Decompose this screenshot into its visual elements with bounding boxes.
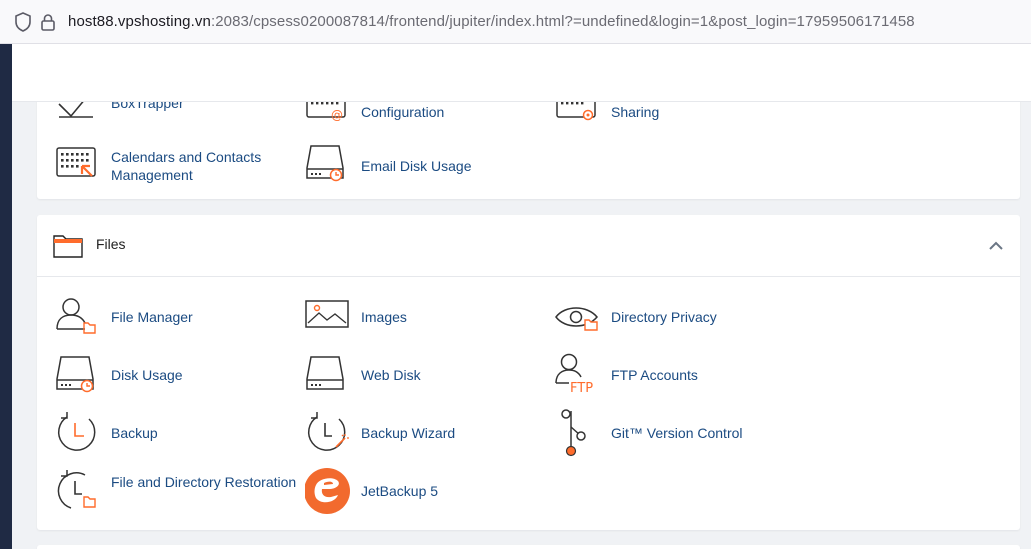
file-manager-item[interactable]: File Manager bbox=[55, 293, 285, 341]
git-icon bbox=[561, 409, 586, 457]
git-version-control-label: Git™ Version Control bbox=[611, 425, 743, 441]
file-restoration-item[interactable]: File and Directory Restoration bbox=[55, 467, 296, 515]
images-label: Images bbox=[361, 309, 407, 325]
calendars-contacts-item[interactable]: Calendars and Contacts Management bbox=[55, 142, 295, 190]
url-text[interactable]: host88.vpshosting.vn:2083/cpsess02000878… bbox=[68, 13, 915, 30]
shield-icon[interactable] bbox=[14, 12, 32, 32]
disk-usage-item[interactable]: Disk Usage bbox=[55, 351, 285, 399]
chevron-up-icon[interactable] bbox=[988, 239, 1004, 251]
email-disk-usage-label: Email Disk Usage bbox=[361, 158, 472, 174]
calendar-sharing-label: Sharing bbox=[611, 104, 660, 120]
jetbackup-label: JetBackup 5 bbox=[361, 483, 439, 499]
backup-icon bbox=[57, 412, 96, 451]
url-path: :2083/cpsess0200087814/frontend/jupiter/… bbox=[210, 13, 915, 30]
file-restoration-icon bbox=[57, 470, 96, 509]
files-section-title: Files bbox=[96, 236, 126, 252]
email-disk-usage-icon bbox=[306, 145, 344, 182]
backup-wizard-item[interactable]: Backup Wizard bbox=[305, 409, 535, 457]
address-bar[interactable]: host88.vpshosting.vn:2083/cpsess02000878… bbox=[0, 0, 1031, 44]
web-disk-label: Web Disk bbox=[361, 367, 421, 383]
web-disk-icon bbox=[306, 356, 344, 390]
email-configuration-label: Configuration bbox=[361, 104, 445, 120]
jetbackup-icon bbox=[305, 468, 350, 514]
email-disk-usage-item[interactable]: Email Disk Usage bbox=[305, 142, 525, 190]
git-version-control-item[interactable]: Git™ Version Control bbox=[555, 409, 785, 457]
disk-usage-label: Disk Usage bbox=[111, 367, 183, 383]
lock-icon[interactable] bbox=[40, 13, 56, 31]
calendars-contacts-icon bbox=[56, 147, 96, 177]
url-host: host88.vpshosting.vn bbox=[68, 13, 211, 30]
folder-icon bbox=[53, 235, 83, 258]
ftp-accounts-label: FTP Accounts bbox=[611, 367, 698, 383]
page-header bbox=[12, 44, 1031, 102]
file-restoration-label: File and Directory Restoration bbox=[111, 474, 297, 490]
backup-wizard-label: Backup Wizard bbox=[361, 425, 456, 441]
calendars-contacts-label: Calendars and Contacts Management bbox=[111, 149, 262, 183]
backup-wizard-icon bbox=[307, 412, 349, 451]
ftp-accounts-icon: FTP bbox=[555, 353, 593, 396]
left-sidebar-rail bbox=[0, 44, 12, 549]
backup-label: Backup bbox=[111, 425, 158, 441]
disk-usage-icon bbox=[56, 356, 94, 393]
images-icon bbox=[305, 300, 349, 328]
next-section-card bbox=[37, 545, 1020, 549]
ftp-accounts-item[interactable]: FTP FTP Accounts bbox=[555, 351, 785, 399]
files-section-header[interactable]: Files bbox=[37, 215, 1020, 277]
ftp-icon-text: FTP bbox=[570, 381, 593, 396]
backup-item[interactable]: Backup bbox=[55, 409, 285, 457]
file-manager-icon bbox=[56, 298, 96, 334]
files-section-card: Files File Manager Images Directory Priv… bbox=[37, 215, 1020, 530]
svg-text:@: @ bbox=[331, 108, 343, 122]
directory-privacy-icon bbox=[555, 307, 598, 331]
directory-privacy-label: Directory Privacy bbox=[611, 309, 717, 325]
jetbackup-item[interactable]: JetBackup 5 bbox=[305, 467, 535, 515]
directory-privacy-item[interactable]: Directory Privacy bbox=[555, 293, 785, 341]
web-disk-item[interactable]: Web Disk bbox=[305, 351, 535, 399]
images-item[interactable]: Images bbox=[305, 293, 535, 341]
file-manager-label: File Manager bbox=[111, 309, 193, 325]
